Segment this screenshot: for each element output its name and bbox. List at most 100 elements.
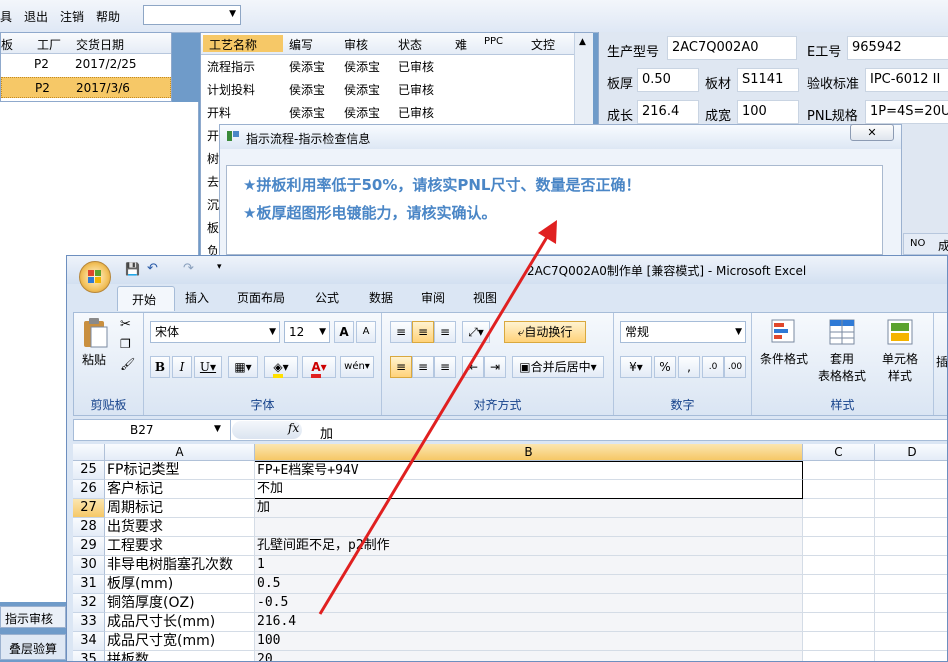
col-difficulty[interactable]: 难 [455, 36, 467, 53]
bold-icon[interactable]: B [150, 356, 170, 378]
process-row[interactable]: 流程指示 侯添宝 侯添宝 已审核 [201, 55, 573, 77]
merge-center-button[interactable]: ▣合并后居中▾ [512, 356, 604, 378]
cell-d[interactable] [875, 613, 947, 632]
tab-insert[interactable]: 插入 [185, 289, 209, 306]
percent-icon[interactable]: % [654, 356, 676, 378]
menu-logout[interactable]: 注销 [60, 8, 84, 25]
model-field[interactable]: 2AC7Q002A0 [667, 36, 797, 60]
cell-d[interactable] [875, 651, 947, 661]
excel-titlebar[interactable]: 💾 ↶ ↷ ▾ 2AC7Q002A0制作单 [兼容模式] - Microsoft… [67, 256, 947, 293]
standard-field[interactable]: IPC-6012 II [865, 68, 948, 92]
tab-formulas[interactable]: 公式 [315, 289, 339, 306]
cell-b[interactable]: 20 [255, 651, 803, 661]
dialog-titlebar[interactable]: 指示流程-指示检查信息 [220, 125, 901, 149]
col-header-a[interactable]: A [105, 444, 255, 461]
increase-decimal-icon[interactable]: .0 [702, 356, 724, 378]
cell-b[interactable]: FP+E档案号+94V [255, 461, 803, 480]
row-number[interactable]: 28 [73, 518, 105, 537]
cell-c[interactable] [803, 594, 875, 613]
cell-a[interactable]: 拼板数 [105, 651, 255, 661]
row-number[interactable]: 27 [73, 499, 105, 518]
cell-a[interactable]: 非导电树脂塞孔次数 [105, 556, 255, 575]
formula-input[interactable]: 加 [320, 423, 333, 442]
cell-b[interactable]: 孔壁间距不足，p2制作 [255, 537, 803, 556]
cell-b-selected[interactable]: 加 [255, 499, 803, 518]
cell-c[interactable] [803, 556, 875, 575]
menu-help[interactable]: 帮助 [96, 8, 120, 25]
cell-c[interactable] [803, 651, 875, 661]
cell-b[interactable]: 216.4 [255, 613, 803, 632]
format-painter-icon[interactable]: 🖌 [120, 357, 135, 371]
process-row[interactable]: 计划投料 侯添宝 侯添宝 已审核 [201, 78, 573, 100]
number-format-combo[interactable]: 常规 ▼ [620, 321, 746, 343]
order-row-selected[interactable]: P2 2017/3/6 [1, 77, 171, 98]
cell-a[interactable]: 成品尺寸宽(mm) [105, 632, 255, 651]
align-left-icon[interactable]: ≡ [390, 356, 412, 378]
thickness-field[interactable]: 0.50 [637, 68, 699, 92]
process-row[interactable]: 开料 侯添宝 侯添宝 已审核 [201, 101, 573, 123]
phonetic-icon[interactable]: wén▾ [340, 356, 374, 378]
align-top-icon[interactable]: ≡ [390, 321, 412, 343]
cell-d[interactable] [875, 480, 947, 499]
cell-a[interactable]: 成品尺寸长(mm) [105, 613, 255, 632]
scroll-up-icon[interactable]: ▲ [579, 37, 586, 47]
cell-c[interactable] [803, 537, 875, 556]
tab-stack-check[interactable]: 叠层验算 [0, 634, 66, 660]
cell-d[interactable] [875, 518, 947, 537]
format-as-table-button[interactable]: 套用 表格格式 [814, 317, 870, 387]
material-field[interactable]: S1141 [737, 68, 799, 92]
cell-c[interactable] [803, 480, 875, 499]
col-header-c[interactable]: C [803, 444, 875, 461]
cell-c[interactable] [803, 613, 875, 632]
copy-icon[interactable]: ❐ [120, 337, 131, 351]
cell-b[interactable]: 100 [255, 632, 803, 651]
col-board[interactable]: 板 [1, 36, 13, 53]
cell-b[interactable]: 0.5 [255, 575, 803, 594]
cell-a[interactable]: 客户标记 [105, 480, 255, 499]
decrease-decimal-icon[interactable]: .00 [724, 356, 746, 378]
font-color-icon[interactable]: A▾ [302, 356, 336, 378]
increase-indent-icon[interactable]: ⇥ [484, 356, 506, 378]
row-number[interactable]: 26 [73, 480, 105, 499]
grow-font-icon[interactable]: A [334, 321, 354, 343]
name-box[interactable]: B27 ▼ [74, 420, 231, 440]
decrease-indent-icon[interactable]: ⇤ [462, 356, 484, 378]
cell-a[interactable]: 铜箔厚度(OZ) [105, 594, 255, 613]
close-icon[interactable]: ✕ [850, 124, 894, 141]
length-field[interactable]: 216.4 [637, 100, 699, 124]
row-number[interactable]: 33 [73, 613, 105, 632]
menu-tools[interactable]: 具 [0, 8, 12, 25]
fill-color-icon[interactable]: ◈▾ [264, 356, 298, 378]
col-factory[interactable]: 工厂 [37, 36, 61, 53]
cell-d[interactable] [875, 632, 947, 651]
col-status[interactable]: 状态 [398, 36, 422, 53]
cell-c[interactable] [803, 461, 875, 480]
order-row[interactable]: P2 2017/2/25 [1, 54, 171, 74]
eno-field[interactable]: 965942 [847, 36, 948, 60]
borders-icon[interactable]: ▦▾ [228, 356, 258, 378]
cell-a[interactable]: 板厚(mm) [105, 575, 255, 594]
comma-style-icon[interactable]: , [678, 356, 700, 378]
align-bottom-icon[interactable]: ≡ [434, 321, 456, 343]
row-number[interactable]: 30 [73, 556, 105, 575]
redo-icon[interactable]: ↷ [183, 261, 194, 276]
tab-review[interactable]: 指示审核 [0, 606, 66, 628]
tab-page-layout[interactable]: 页面布局 [237, 289, 285, 306]
tab-home[interactable]: 开始 [117, 286, 175, 311]
menu-exit[interactable]: 退出 [24, 8, 48, 25]
cell-c[interactable] [803, 518, 875, 537]
insert-function-icon[interactable]: fx [288, 421, 299, 435]
tab-data[interactable]: 数据 [369, 289, 393, 306]
orientation-icon[interactable]: ⤢▾ [462, 321, 490, 343]
cell-b[interactable]: -0.5 [255, 594, 803, 613]
cell-c[interactable] [803, 632, 875, 651]
cell-d[interactable] [875, 499, 947, 518]
chevron-down-icon[interactable]: ▾ [217, 262, 222, 272]
row-number[interactable]: 29 [73, 537, 105, 556]
save-icon[interactable]: 💾 [125, 262, 140, 276]
row-number[interactable]: 31 [73, 575, 105, 594]
cell-b[interactable]: 1 [255, 556, 803, 575]
cell-a[interactable]: FP标记类型 [105, 461, 255, 480]
col-delivery-date[interactable]: 交货日期 [76, 36, 124, 53]
select-all-corner[interactable] [73, 444, 105, 461]
